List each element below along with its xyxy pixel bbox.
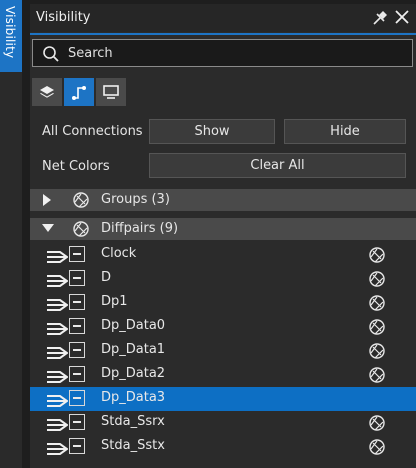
diffpair-name: D — [101, 270, 112, 285]
net-group-icon — [73, 221, 89, 237]
search-placeholder: Search — [68, 46, 113, 61]
diffpair-name: Dp_Data1 — [101, 342, 166, 357]
hide-button[interactable]: Hide — [284, 119, 406, 144]
diffpair-connection-icon[interactable] — [46, 273, 69, 287]
diffpairs-section-header[interactable]: Diffpairs (9) — [30, 218, 416, 240]
net-color-icon[interactable] — [368, 318, 386, 336]
net-color-icon[interactable] — [368, 270, 386, 288]
close-icon[interactable] — [392, 7, 412, 27]
diffpair-name: Dp_Data2 — [101, 366, 166, 381]
list-item[interactable]: D — [30, 267, 416, 291]
diffpair-connection-icon[interactable] — [46, 345, 69, 359]
visibility-checkbox[interactable] — [69, 438, 85, 454]
visibility-checkbox[interactable] — [69, 342, 85, 358]
visibility-checkbox[interactable] — [69, 414, 85, 430]
monitor-toggle-button[interactable] — [96, 78, 126, 106]
panel-titlebar: Visibility — [30, 4, 416, 32]
groups-section-header[interactable]: Groups (3) — [30, 189, 416, 211]
collapse-triangle-icon — [42, 224, 54, 232]
diffpair-name: Stda_Sstx — [101, 438, 165, 453]
diffpair-connection-icon[interactable] — [46, 321, 69, 335]
side-tab-strip — [0, 72, 22, 468]
net-color-icon[interactable] — [368, 342, 386, 360]
panel-title: Visibility — [36, 10, 91, 25]
net-color-icon[interactable] — [368, 414, 386, 432]
list-item[interactable]: Dp_Data2 — [30, 363, 416, 387]
list-item[interactable]: Stda_Ssrx — [30, 411, 416, 435]
diffpair-connection-icon[interactable] — [46, 297, 69, 311]
visibility-panel: Visibility Search All Connections Show H… — [30, 4, 416, 468]
net-color-icon[interactable] — [368, 366, 386, 384]
groups-label: Groups (3) — [101, 192, 170, 207]
visibility-checkbox[interactable] — [69, 270, 85, 286]
diffpair-name: Dp1 — [101, 294, 128, 309]
side-tab-label: Visibility — [3, 6, 17, 59]
connections-toggle-button[interactable] — [64, 78, 94, 106]
diffpair-connection-icon[interactable] — [46, 369, 69, 383]
clear-all-button[interactable]: Clear All — [149, 153, 406, 178]
show-button[interactable]: Show — [149, 119, 275, 144]
search-icon — [42, 45, 60, 63]
diffpair-connection-icon[interactable] — [46, 393, 69, 407]
net-group-icon — [73, 192, 89, 208]
list-item[interactable]: Stda_Sstx — [30, 435, 416, 459]
pin-icon[interactable] — [371, 9, 389, 27]
list-item[interactable]: Dp_Data1 — [30, 339, 416, 363]
all-connections-label: All Connections — [42, 124, 143, 139]
list-item[interactable]: Clock — [30, 243, 416, 267]
layers-icon — [40, 86, 54, 98]
net-color-icon[interactable] — [368, 294, 386, 312]
expand-triangle-icon — [43, 194, 51, 206]
net-colors-label: Net Colors — [42, 159, 110, 174]
visibility-checkbox[interactable] — [69, 246, 85, 262]
diffpair-name: Stda_Ssrx — [101, 414, 165, 429]
title-accent-line — [30, 33, 416, 35]
visibility-checkbox[interactable] — [69, 294, 85, 310]
diffpairs-list: Clock D Dp1 Dp_Data0 Dp_Data1 Dp_Data2 Dp_Data… — [30, 243, 416, 459]
net-color-icon[interactable] — [368, 246, 386, 264]
connection-icon — [72, 86, 86, 100]
diffpair-connection-icon[interactable] — [46, 249, 69, 263]
visibility-side-tab[interactable]: Visibility — [0, 0, 22, 72]
visibility-checkbox[interactable] — [69, 318, 85, 334]
net-color-icon[interactable] — [368, 438, 386, 456]
list-item[interactable]: Dp1 — [30, 291, 416, 315]
visibility-checkbox[interactable] — [69, 390, 85, 406]
diffpairs-label: Diffpairs (9) — [101, 221, 179, 236]
search-input[interactable]: Search — [32, 39, 413, 67]
diffpair-connection-icon[interactable] — [46, 417, 69, 431]
diffpair-name: Dp_Data0 — [101, 318, 166, 333]
diffpair-name: Clock — [101, 246, 137, 261]
diffpair-connection-icon[interactable] — [46, 441, 69, 455]
list-item[interactable]: Dp_Data3 — [30, 387, 416, 411]
layers-toggle-button[interactable] — [32, 78, 62, 106]
diffpair-name: Dp_Data3 — [101, 390, 166, 405]
visibility-checkbox[interactable] — [69, 366, 85, 382]
list-item[interactable]: Dp_Data0 — [30, 315, 416, 339]
monitor-icon — [103, 85, 119, 99]
